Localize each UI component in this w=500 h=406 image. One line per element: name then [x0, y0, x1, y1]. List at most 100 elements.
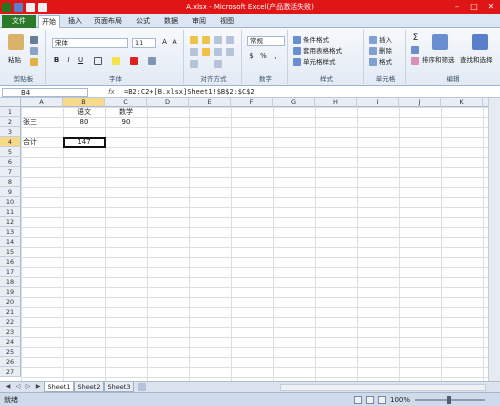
- row-header-26[interactable]: 26: [0, 357, 21, 367]
- conditional-format-button[interactable]: 条件格式: [293, 34, 329, 44]
- row-header-13[interactable]: 13: [0, 227, 21, 237]
- last-sheet-icon[interactable]: ▶: [34, 383, 42, 391]
- column-header-h[interactable]: H: [315, 98, 357, 107]
- column-header-j[interactable]: J: [399, 98, 441, 107]
- tab-data[interactable]: 数据: [160, 15, 182, 28]
- row-header-5[interactable]: 5: [0, 147, 21, 157]
- tab-page-layout[interactable]: 页面布局: [90, 15, 126, 28]
- find-select-button[interactable]: 查找和选择: [460, 54, 493, 64]
- tab-file[interactable]: 文件: [2, 15, 36, 28]
- font-size-combo[interactable]: 11: [132, 38, 156, 48]
- page-break-view-icon[interactable]: [378, 396, 386, 404]
- close-icon[interactable]: ✕: [484, 1, 498, 12]
- underline-button[interactable]: U: [76, 56, 85, 65]
- align-left-icon[interactable]: [190, 48, 198, 56]
- cell-b1[interactable]: 语文: [65, 107, 103, 117]
- row-header-10[interactable]: 10: [0, 197, 21, 207]
- delete-button[interactable]: 删除: [369, 45, 392, 55]
- cell-b2[interactable]: 80: [65, 117, 103, 127]
- autosum-button[interactable]: Σ: [411, 34, 420, 43]
- cell-c1[interactable]: 数学: [107, 107, 145, 117]
- align-bottom-icon[interactable]: [214, 36, 222, 44]
- row-header-17[interactable]: 17: [0, 267, 21, 277]
- format-button[interactable]: 格式: [369, 56, 392, 66]
- bold-button[interactable]: B: [52, 56, 61, 65]
- column-header-e[interactable]: E: [189, 98, 231, 107]
- row-header-14[interactable]: 14: [0, 237, 21, 247]
- insert-button[interactable]: 插入: [369, 34, 392, 44]
- row-header-27[interactable]: 27: [0, 367, 21, 377]
- tab-home[interactable]: 开始: [38, 15, 60, 28]
- column-header-g[interactable]: G: [273, 98, 315, 107]
- number-format-combo[interactable]: 常规: [247, 36, 285, 46]
- percent-button[interactable]: %: [259, 52, 268, 61]
- tab-view[interactable]: 视图: [216, 15, 238, 28]
- cell-a2[interactable]: 张三: [23, 117, 61, 127]
- cell-c2[interactable]: 90: [107, 117, 145, 127]
- comma-button[interactable]: ,: [271, 52, 280, 61]
- normal-view-icon[interactable]: [354, 396, 362, 404]
- sheet-tab-3[interactable]: Sheet3: [104, 382, 134, 392]
- row-header-19[interactable]: 19: [0, 287, 21, 297]
- column-header-b[interactable]: B: [63, 98, 105, 107]
- row-header-6[interactable]: 6: [0, 157, 21, 167]
- sheet-tab-1[interactable]: Sheet1: [44, 382, 74, 392]
- row-header-18[interactable]: 18: [0, 277, 21, 287]
- vertical-scrollbar[interactable]: [488, 98, 500, 381]
- sort-filter-button[interactable]: 排序和筛选: [422, 54, 455, 64]
- column-header-f[interactable]: F: [231, 98, 273, 107]
- align-right-icon[interactable]: [214, 48, 222, 56]
- clear-icon[interactable]: [411, 57, 419, 65]
- format-painter-icon[interactable]: [30, 58, 38, 66]
- maximize-icon[interactable]: □: [467, 1, 481, 12]
- align-top-icon[interactable]: [190, 36, 198, 44]
- copy-icon[interactable]: [30, 47, 38, 55]
- minimize-icon[interactable]: –: [450, 1, 464, 12]
- row-header-20[interactable]: 20: [0, 297, 21, 307]
- page-layout-view-icon[interactable]: [366, 396, 374, 404]
- row-header-4[interactable]: 4: [0, 137, 21, 147]
- zoom-slider-thumb[interactable]: [447, 396, 451, 404]
- name-box[interactable]: B4: [2, 88, 88, 97]
- orientation-icon[interactable]: [226, 36, 234, 44]
- paste-button[interactable]: 粘贴: [8, 54, 21, 64]
- row-header-1[interactable]: 1: [0, 107, 21, 117]
- sort-filter-icon[interactable]: [432, 34, 448, 50]
- row-header-12[interactable]: 12: [0, 217, 21, 227]
- column-header-a[interactable]: A: [21, 98, 63, 107]
- row-header-21[interactable]: 21: [0, 307, 21, 317]
- row-header-23[interactable]: 23: [0, 327, 21, 337]
- zoom-level[interactable]: 100%: [390, 393, 410, 406]
- italic-button[interactable]: I: [64, 56, 73, 65]
- paste-icon[interactable]: [8, 34, 24, 50]
- column-header-k[interactable]: K: [441, 98, 483, 107]
- border-icon[interactable]: [94, 57, 102, 65]
- column-header-c[interactable]: C: [105, 98, 147, 107]
- cell-a4[interactable]: 合计: [23, 137, 61, 147]
- tab-formulas[interactable]: 公式: [132, 15, 154, 28]
- decrease-font-icon[interactable]: A: [170, 38, 179, 47]
- first-sheet-icon[interactable]: ◀: [4, 383, 12, 391]
- merge-icon[interactable]: [214, 60, 222, 68]
- cell-styles-button[interactable]: 单元格样式: [293, 56, 336, 66]
- tab-review[interactable]: 审阅: [188, 15, 210, 28]
- worksheet-grid[interactable]: ABCDEFGHIJKL 123456789101112131415161718…: [0, 98, 488, 381]
- row-header-16[interactable]: 16: [0, 257, 21, 267]
- column-header-i[interactable]: I: [357, 98, 399, 107]
- row-header-9[interactable]: 9: [0, 187, 21, 197]
- row-header-2[interactable]: 2: [0, 117, 21, 127]
- align-middle-icon[interactable]: [202, 36, 210, 44]
- cut-icon[interactable]: [30, 36, 38, 44]
- font-color-icon[interactable]: [130, 57, 138, 65]
- row-header-11[interactable]: 11: [0, 207, 21, 217]
- column-header-d[interactable]: D: [147, 98, 189, 107]
- row-header-15[interactable]: 15: [0, 247, 21, 257]
- row-header-7[interactable]: 7: [0, 167, 21, 177]
- align-center-icon[interactable]: [202, 48, 210, 56]
- row-header-25[interactable]: 25: [0, 347, 21, 357]
- select-all-corner[interactable]: [0, 98, 21, 107]
- row-header-8[interactable]: 8: [0, 177, 21, 187]
- prev-sheet-icon[interactable]: ◁: [14, 383, 22, 391]
- table-format-button[interactable]: 套用表格格式: [293, 45, 342, 55]
- formula-input[interactable]: =B2:C2+[B.xlsx]Sheet1!$B$2:$C$2: [124, 87, 255, 98]
